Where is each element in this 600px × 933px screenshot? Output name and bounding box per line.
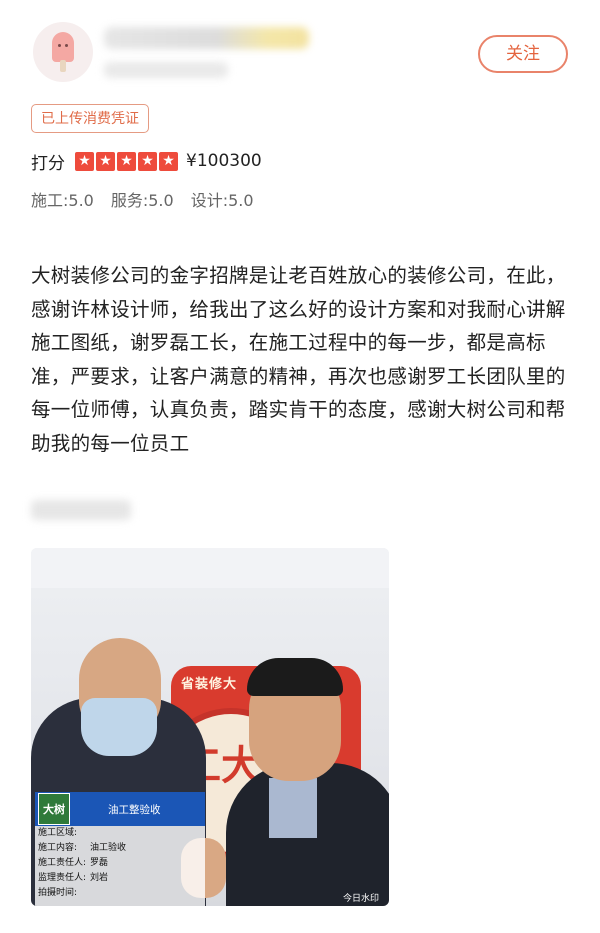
inspection-info-card: 大树 油工整验收 施工区域: 施工内容: 油工验收 施工责任人: 罗磊 监理责任人:…	[35, 792, 205, 906]
score-construction: 施工:5.0	[31, 191, 94, 210]
card-row: 施工区域:	[38, 828, 78, 838]
popsicle-stick	[60, 60, 66, 72]
card-row: 拍摄时间:	[38, 888, 78, 898]
post-time: ■■■■■ ■■■	[104, 62, 228, 78]
rating-stars: ★ ★ ★ ★ ★	[75, 151, 180, 171]
avatar-eye	[65, 44, 68, 47]
review-photo[interactable]: 省装修大 工大 大树 油工整验收 施工区域: 施工内容: 油工验收 施工责任人: 罗…	[31, 548, 389, 906]
star-icon: ★	[138, 151, 157, 171]
score-service: 服务:5.0	[110, 191, 174, 210]
card-title: 油工整验收	[108, 803, 161, 816]
follow-button[interactable]: 关注	[478, 35, 568, 73]
user-name[interactable]: ■■■■■■■■	[104, 27, 309, 49]
sub-scores: 施工:5.0 服务:5.0 设计:5.0	[31, 187, 271, 211]
photo-ceiling	[31, 548, 389, 588]
avatar-eye	[58, 44, 61, 47]
tree-logo-icon: 大树	[38, 793, 70, 825]
face-mask	[81, 698, 157, 756]
popsicle-icon	[52, 32, 74, 62]
star-icon: ★	[75, 151, 94, 171]
rating-label: 打分	[31, 153, 65, 174]
score-design: 设计:5.0	[190, 191, 254, 210]
card-header: 大树 油工整验收	[35, 792, 205, 826]
user-avatar[interactable]	[33, 22, 93, 82]
star-icon: ★	[159, 151, 178, 171]
shirt-collar	[269, 778, 317, 838]
card-row: 施工责任人: 罗磊	[38, 858, 109, 868]
watermark-text: 今日水印	[342, 894, 379, 904]
card-row: 施工内容: 油工验收	[38, 843, 127, 853]
star-icon: ★	[117, 151, 136, 171]
card-row: 监理责任人: 刘岩	[38, 873, 109, 883]
price: ¥100300	[186, 151, 262, 171]
person-right-hair	[247, 658, 343, 696]
review-tag: ■■ ■■■	[31, 500, 131, 520]
receipt-uploaded-badge: 已上传消费凭证	[31, 104, 149, 133]
rating-row: 打分 ★ ★ ★ ★ ★ ¥100300	[31, 148, 262, 174]
star-icon: ★	[96, 151, 115, 171]
review-text: 大树装修公司的金字招牌是让老百姓放心的装修公司，在此，感谢许林设计师，给我出了这…	[31, 264, 566, 455]
